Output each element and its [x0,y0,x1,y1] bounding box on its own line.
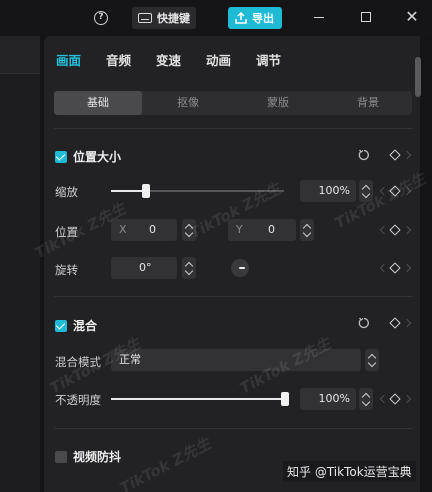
minimize-icon[interactable] [314,17,324,19]
blend-checkbox[interactable] [55,319,67,332]
reset-icon[interactable] [358,149,370,161]
keyframe-diamond-icon[interactable] [389,149,401,161]
close-icon[interactable]: ✕ [404,9,420,25]
export-label: 导出 [252,12,274,25]
prev-keyframe-icon[interactable] [379,394,389,404]
stabilize-checkbox[interactable] [55,450,67,463]
help-icon[interactable]: ? [94,11,108,25]
divider [54,296,412,297]
blend-header: 混合 [55,317,97,334]
scale-value-field[interactable]: 100% [300,180,356,202]
position-y-stepper[interactable] [300,219,314,241]
scale-stepper[interactable] [359,180,373,202]
subtab-mask[interactable]: 蒙版 [234,91,322,115]
stabilize-title: 视频防抖 [73,450,122,464]
blend-mode-label: 混合模式 [55,355,101,369]
rotate-stepper[interactable] [182,257,196,279]
prev-keyframe-icon[interactable] [379,225,389,235]
opacity-slider[interactable] [111,392,289,406]
opacity-value: 100% [318,392,350,405]
opacity-slider-thumb[interactable] [281,392,289,406]
divider [54,428,412,429]
left-panel-header [0,36,40,74]
keyframe-diamond-icon[interactable] [389,317,401,329]
tab-speed[interactable]: 变速 [156,50,181,69]
shortcut-label: 快捷键 [157,12,190,25]
keyframe-diamond-icon[interactable] [389,262,401,274]
next-keyframe-icon[interactable] [402,150,412,160]
position-size-title: 位置大小 [73,150,122,164]
prev-keyframe-icon[interactable] [379,186,389,196]
subtab-background[interactable]: 背景 [324,91,412,115]
opacity-label: 不透明度 [55,393,101,407]
next-keyframe-icon[interactable] [402,225,412,235]
tab-animation[interactable]: 动画 [206,50,231,69]
shortcut-button[interactable]: 快捷键 [132,7,196,29]
next-keyframe-icon[interactable] [402,263,412,273]
opacity-value-field[interactable]: 100% [300,388,356,410]
subtab-bar: 基础 抠像 蒙版 背景 [54,91,412,115]
keyboard-icon [138,13,152,23]
position-y-field[interactable]: Y 0 [228,219,296,241]
title-bar: ? 快捷键 导出 ✕ [0,0,432,36]
credit-watermark: 知乎 @TikTok运营宝典 [283,461,416,482]
scale-label: 缩放 [55,185,78,199]
position-y-value: 0 [268,223,275,236]
panel-scrollbar[interactable] [415,57,421,97]
rotate-value: 0° [139,261,152,274]
blend-mode-value: 正常 [119,353,141,366]
blend-mode-select[interactable]: 正常 [111,349,361,371]
tab-picture[interactable]: 画面 [56,50,81,69]
export-button[interactable]: 导出 [228,7,282,29]
position-label: 位置 [55,225,78,239]
position-x-field[interactable]: X 0 [111,219,177,241]
position-size-checkbox[interactable] [55,150,67,163]
rotate-value-field[interactable]: 0° [111,257,177,279]
scale-slider[interactable] [111,184,284,198]
opacity-slider-fill [111,398,289,400]
blend-mode-chevron[interactable] [365,349,379,371]
opacity-stepper[interactable] [359,388,373,410]
next-keyframe-icon[interactable] [402,186,412,196]
scale-slider-thumb[interactable] [142,184,150,198]
keyframe-diamond-icon[interactable] [389,224,401,236]
left-panel [0,36,40,492]
position-x-value: 0 [149,223,156,236]
scale-slider-fill [111,190,146,192]
position-x-stepper[interactable] [182,219,196,241]
divider [54,128,412,129]
reset-icon[interactable] [358,317,370,329]
stabilize-header: 视频防抖 [55,448,121,465]
export-icon [235,12,247,24]
scale-value: 100% [318,184,350,197]
rotate-label: 旋转 [55,263,78,277]
next-keyframe-icon[interactable] [402,318,412,328]
property-tabs: 画面 音频 变速 动画 调节 [44,36,420,80]
keyframe-diamond-icon[interactable] [389,185,401,197]
maximize-icon[interactable] [361,12,371,22]
properties-panel: 画面 音频 变速 动画 调节 基础 抠像 蒙版 背景 位置大小 缩放 100% … [44,36,420,492]
next-keyframe-icon[interactable] [402,394,412,404]
position-x-prefix: X [119,223,127,236]
keyframe-diamond-icon[interactable] [389,393,401,405]
tab-audio[interactable]: 音频 [106,50,131,69]
tab-adjust[interactable]: 调节 [256,50,281,69]
subtab-basic[interactable]: 基础 [54,91,142,115]
blend-title: 混合 [73,319,98,333]
prev-keyframe-icon[interactable] [379,263,389,273]
subtab-cutout[interactable]: 抠像 [144,91,232,115]
position-y-prefix: Y [236,223,243,236]
position-size-header: 位置大小 [55,148,121,165]
rotate-dial[interactable] [231,259,249,277]
